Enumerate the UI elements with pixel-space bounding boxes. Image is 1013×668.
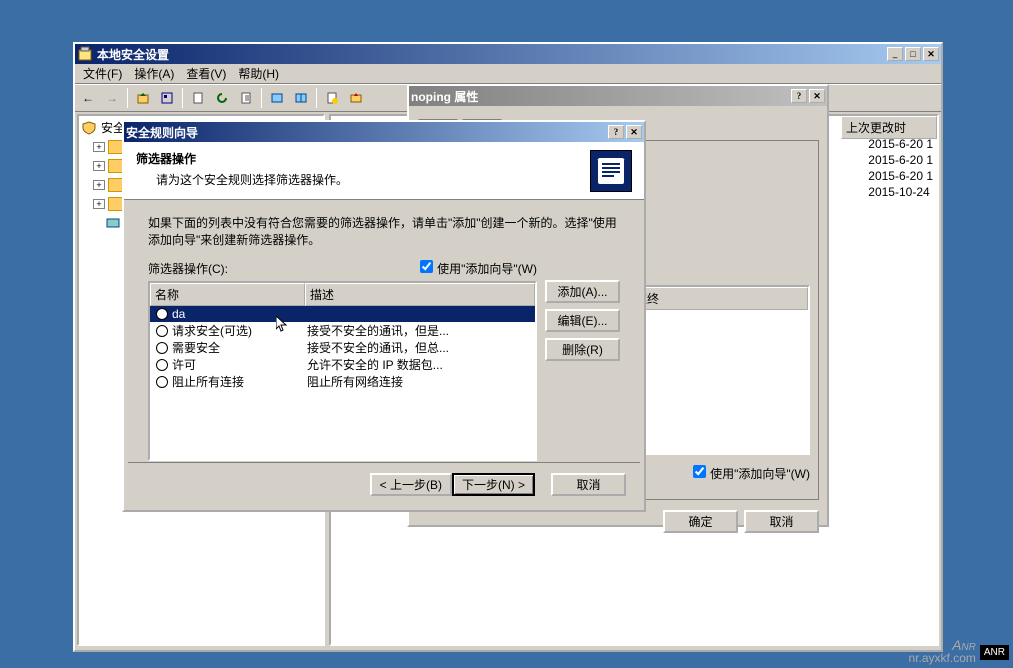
menubar: 文件(F) 操作(A) 查看(V) 帮助(H): [75, 64, 941, 84]
forward-button[interactable]: →: [101, 87, 123, 109]
menu-view[interactable]: 查看(V): [180, 63, 232, 84]
remove-button[interactable]: 删除(R): [545, 338, 620, 361]
wizard-header: 筛选器操作 请为这个安全规则选择筛选器操作。: [124, 142, 644, 200]
filter-list-label: 筛选器操作(C):: [148, 260, 228, 277]
use-wizard-checkbox[interactable]: 使用"添加向导"(W): [420, 260, 537, 277]
max-button[interactable]: □: [905, 47, 921, 61]
expand-icon[interactable]: +: [93, 142, 105, 152]
shield-icon: [81, 121, 97, 135]
refresh-button[interactable]: [211, 87, 233, 109]
cancel-button[interactable]: 取消: [551, 473, 626, 496]
back-button[interactable]: < 上一步(B): [370, 473, 452, 496]
wizard-titlebar[interactable]: 安全规则向导 ? ✕: [124, 122, 644, 142]
wizard-heading: 筛选器操作: [136, 150, 590, 167]
expand-icon[interactable]: +: [93, 161, 105, 171]
filter-row-selected[interactable]: da: [150, 306, 535, 322]
col-tunnel[interactable]: 隧道终: [618, 287, 808, 310]
wizard-instructions: 如果下面的列表中没有符合您需要的筛选器操作，请单击"添加"创建一个新的。选择"使…: [148, 214, 620, 248]
filter-list[interactable]: 名称 描述 da 请求安全(可选) 接受不安全的通讯，但是...: [148, 281, 537, 461]
expand-icon[interactable]: +: [93, 180, 105, 190]
list-row[interactable]: 2015-6-20 1: [868, 136, 933, 152]
wizard-footer: < 上一步(B) 下一步(N) > 取消: [128, 462, 640, 506]
server-icon: [105, 216, 121, 230]
radio-icon[interactable]: [156, 308, 168, 320]
wizard-subheading: 请为这个安全规则选择筛选器操作。: [136, 171, 590, 188]
add-button[interactable]: 添加(A)...: [545, 280, 620, 303]
up-button[interactable]: [132, 87, 154, 109]
watermark: ANR nr.ayxkf.com ANR: [909, 640, 1009, 664]
close-button[interactable]: ✕: [626, 125, 642, 139]
scroll-icon: [590, 150, 632, 192]
tb-icon-2[interactable]: [187, 87, 209, 109]
next-button[interactable]: 下一步(N) >: [452, 473, 535, 496]
main-title: 本地安全设置: [97, 46, 887, 63]
ok-button[interactable]: 确定: [663, 510, 738, 533]
tb-icon-4[interactable]: [290, 87, 312, 109]
min-button[interactable]: _: [887, 47, 903, 61]
back-button[interactable]: ←: [77, 87, 99, 109]
main-titlebar[interactable]: 本地安全设置 _ □ ✕: [75, 44, 941, 64]
watermark-badge: ANR: [980, 645, 1009, 660]
app-icon: [77, 46, 93, 62]
help-button[interactable]: ?: [791, 89, 807, 103]
expand-icon[interactable]: +: [93, 199, 105, 209]
wizard-title: 安全规则向导: [126, 124, 608, 141]
list-row[interactable]: 2015-10-24: [868, 184, 933, 200]
filter-row[interactable]: 需要安全 接受不安全的通讯，但总...: [150, 339, 535, 356]
assign-button[interactable]: [345, 87, 367, 109]
radio-icon[interactable]: [156, 342, 168, 354]
export-button[interactable]: [235, 87, 257, 109]
wizard-body: 如果下面的列表中没有符合您需要的筛选器操作，请单击"添加"创建一个新的。选择"使…: [124, 200, 644, 475]
list-row[interactable]: 2015-6-20 1: [868, 168, 933, 184]
col-desc[interactable]: 描述: [305, 283, 535, 306]
help-button[interactable]: ?: [608, 125, 624, 139]
col-name[interactable]: 名称: [150, 283, 305, 306]
menu-help[interactable]: 帮助(H): [232, 63, 285, 84]
radio-icon[interactable]: [156, 359, 168, 371]
filter-row[interactable]: 阻止所有连接 阻止所有网络连接: [150, 373, 535, 390]
tb-icon-1[interactable]: [156, 87, 178, 109]
props-titlebar[interactable]: noping 属性 ? ✕: [409, 86, 827, 106]
wizard-dialog: 安全规则向导 ? ✕ 筛选器操作 请为这个安全规则选择筛选器操作。 如果下面的列…: [122, 120, 646, 512]
close-button[interactable]: ✕: [923, 47, 939, 61]
close-button[interactable]: ✕: [809, 89, 825, 103]
use-wizard-checkbox[interactable]: 使用"添加向导"(W): [693, 467, 810, 481]
new-policy-button[interactable]: [321, 87, 343, 109]
radio-icon[interactable]: [156, 376, 168, 388]
menu-action[interactable]: 操作(A): [128, 63, 180, 84]
menu-file[interactable]: 文件(F): [77, 63, 128, 84]
cancel-button[interactable]: 取消: [744, 510, 819, 533]
edit-button[interactable]: 编辑(E)...: [545, 309, 620, 332]
filter-row[interactable]: 请求安全(可选) 接受不安全的通讯，但是...: [150, 322, 535, 339]
filter-row[interactable]: 许可 允许不安全的 IP 数据包...: [150, 356, 535, 373]
props-title: noping 属性: [411, 88, 791, 105]
list-row[interactable]: 2015-6-20 1: [868, 152, 933, 168]
radio-icon[interactable]: [156, 325, 168, 337]
tb-icon-3[interactable]: [266, 87, 288, 109]
